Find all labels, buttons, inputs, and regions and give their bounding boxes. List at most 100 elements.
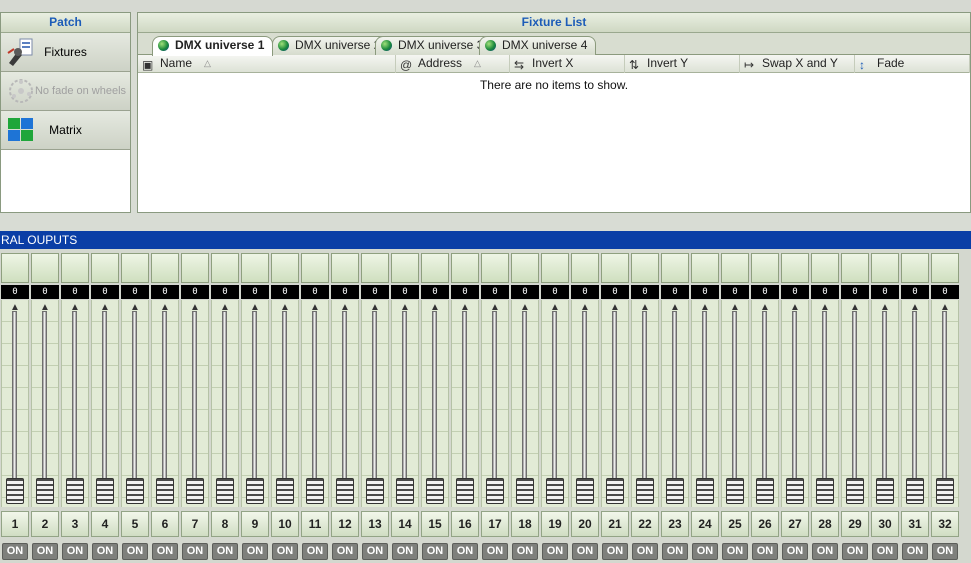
fader-knob[interactable] xyxy=(306,478,324,504)
fader-knob[interactable] xyxy=(6,478,24,504)
fader-knob[interactable] xyxy=(696,478,714,504)
fader-knob[interactable] xyxy=(396,478,414,504)
column-label: Swap X and Y xyxy=(762,56,838,70)
channel-on-button[interactable]: ON xyxy=(92,543,118,560)
fader-knob[interactable] xyxy=(36,478,54,504)
fader-knob[interactable] xyxy=(66,478,84,504)
channel-on-button[interactable]: ON xyxy=(722,543,748,560)
column-address[interactable]: @ Address △ xyxy=(396,55,510,73)
channel-on-button[interactable]: ON xyxy=(62,543,88,560)
fader-knob[interactable] xyxy=(756,478,774,504)
fader-knob[interactable] xyxy=(516,478,534,504)
channel-color-box xyxy=(241,253,269,283)
fader-knob[interactable] xyxy=(426,478,444,504)
channel-on-button[interactable]: ON xyxy=(602,543,628,560)
channel-on-button[interactable]: ON xyxy=(242,543,268,560)
channel-on-button[interactable]: ON xyxy=(332,543,358,560)
fader-knob[interactable] xyxy=(216,478,234,504)
channel-strip: 0 ▲ 2 ON xyxy=(30,249,60,563)
channel-on-button[interactable]: ON xyxy=(842,543,868,560)
column-swap-x-and-y[interactable]: ↦ Swap X and Y xyxy=(740,55,855,73)
fader-knob[interactable] xyxy=(816,478,834,504)
channel-number: 14 xyxy=(391,511,419,537)
channel-on-button[interactable]: ON xyxy=(452,543,478,560)
fader-knob[interactable] xyxy=(186,478,204,504)
fader-knob[interactable] xyxy=(546,478,564,504)
channel-on-button[interactable]: ON xyxy=(572,543,598,560)
column-name[interactable]: ▣ Name △ xyxy=(138,55,396,73)
fader-knob[interactable] xyxy=(846,478,864,504)
channel-number: 31 xyxy=(901,511,929,537)
channel-on-button[interactable]: ON xyxy=(32,543,58,560)
fader-knob[interactable] xyxy=(126,478,144,504)
channel-strip: 0 ▲ 1 ON xyxy=(0,249,30,563)
patch-item-fixtures[interactable]: Fixtures xyxy=(1,33,130,72)
channel-on-button[interactable]: ON xyxy=(482,543,508,560)
channel-strip: 0 ▲ 32 ON xyxy=(930,249,960,563)
column-invert-x[interactable]: ⇆ Invert X xyxy=(510,55,625,73)
channel-on-button[interactable]: ON xyxy=(422,543,448,560)
channel-color-box xyxy=(601,253,629,283)
channel-number: 30 xyxy=(871,511,899,537)
fader-knob[interactable] xyxy=(456,478,474,504)
column-fade[interactable]: ↕ Fade xyxy=(855,55,970,73)
fader-knob[interactable] xyxy=(576,478,594,504)
tab-dmx-universe-4[interactable]: DMX universe 4 xyxy=(479,36,597,55)
fader-slot xyxy=(762,311,767,489)
patch-item-matrix[interactable]: Matrix xyxy=(1,111,130,150)
channel-on-button[interactable]: ON xyxy=(272,543,298,560)
channel-on-button[interactable]: ON xyxy=(302,543,328,560)
channel-color-box xyxy=(931,253,959,283)
tab-dmx-universe-2[interactable]: DMX universe 2 xyxy=(272,36,390,55)
fader-knob[interactable] xyxy=(636,478,654,504)
channel-on-button[interactable]: ON xyxy=(752,543,778,560)
channel-on-button[interactable]: ON xyxy=(812,543,838,560)
fader-knob[interactable] xyxy=(876,478,894,504)
channel-on-button[interactable]: ON xyxy=(362,543,388,560)
channel-value: 0 xyxy=(901,285,929,299)
channel-on-button[interactable]: ON xyxy=(872,543,898,560)
channel-on-button[interactable]: ON xyxy=(392,543,418,560)
channel-on-button[interactable]: ON xyxy=(542,543,568,560)
column-label: Invert Y xyxy=(647,56,689,70)
patch-item-no-fade-on-wheels[interactable]: No fade on wheels xyxy=(1,72,130,111)
channel-on-button[interactable]: ON xyxy=(2,543,28,560)
channel-on-button[interactable]: ON xyxy=(662,543,688,560)
fader-knob[interactable] xyxy=(906,478,924,504)
channel-color-box xyxy=(841,253,869,283)
outputs-panel: 0 ▲ 1 ON 0 ▲ 2 ON 0 ▲ 3 ON 0 ▲ 4 ON 0 ▲ 5 ON 0 ▲ 6 ON 0 ▲ 7 ON 0 ▲ 8 ON… xyxy=(0,249,971,563)
channel-on-button[interactable]: ON xyxy=(122,543,148,560)
channel-on-button[interactable]: ON xyxy=(782,543,808,560)
fader-knob[interactable] xyxy=(666,478,684,504)
fader-knob[interactable] xyxy=(786,478,804,504)
channel-on-button[interactable]: ON xyxy=(692,543,718,560)
channel-on-button[interactable]: ON xyxy=(932,543,958,560)
fader-knob[interactable] xyxy=(366,478,384,504)
tab-dmx-universe-1[interactable]: DMX universe 1 xyxy=(152,36,274,56)
channel-value: 0 xyxy=(841,285,869,299)
fader-knob[interactable] xyxy=(486,478,504,504)
channel-on-button[interactable]: ON xyxy=(512,543,538,560)
channel-on-button[interactable]: ON xyxy=(182,543,208,560)
tab-dmx-universe-3[interactable]: DMX universe 3 xyxy=(375,36,493,55)
channel-number: 20 xyxy=(571,511,599,537)
channel-value: 0 xyxy=(391,285,419,299)
fader-knob[interactable] xyxy=(336,478,354,504)
channel-value: 0 xyxy=(781,285,809,299)
column-invert-y[interactable]: ⇅ Invert Y xyxy=(625,55,740,73)
channel-on-button[interactable]: ON xyxy=(632,543,658,560)
channel-color-box xyxy=(391,253,419,283)
channel-on-button[interactable]: ON xyxy=(152,543,178,560)
fader-knob[interactable] xyxy=(936,478,954,504)
fader-knob[interactable] xyxy=(726,478,744,504)
fader-knob[interactable] xyxy=(246,478,264,504)
channel-value: 0 xyxy=(271,285,299,299)
fader-knob[interactable] xyxy=(606,478,624,504)
fader-knob[interactable] xyxy=(96,478,114,504)
fader-knob[interactable] xyxy=(156,478,174,504)
channel-on-button[interactable]: ON xyxy=(212,543,238,560)
sort-icon: △ xyxy=(474,58,481,68)
channel-color-box xyxy=(91,253,119,283)
fader-knob[interactable] xyxy=(276,478,294,504)
channel-on-button[interactable]: ON xyxy=(902,543,928,560)
